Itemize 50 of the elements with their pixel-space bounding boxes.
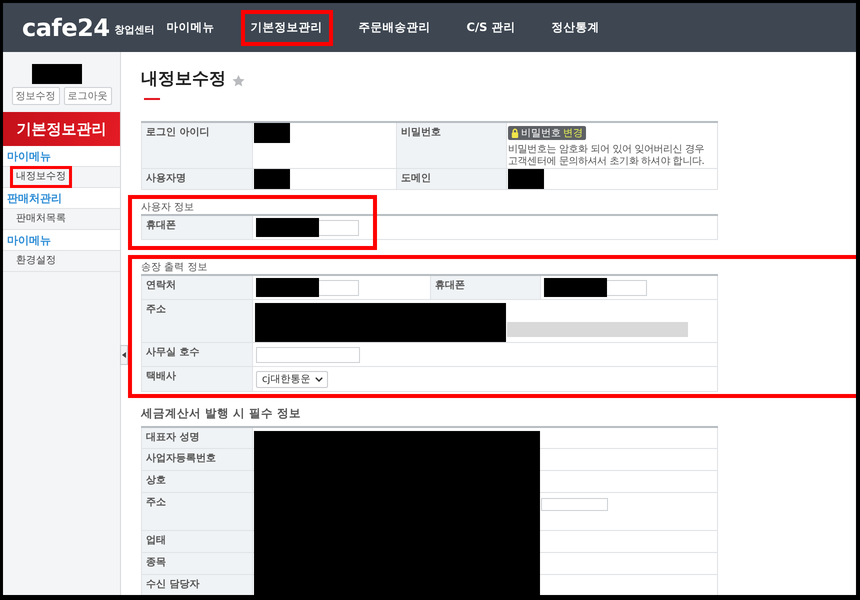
- chevron-down-icon: [315, 376, 324, 382]
- section-heading: 세금계산서 발행 시 필수 정보: [141, 406, 302, 420]
- label-cell: 대표자 성명: [142, 426, 252, 448]
- menu-group-title[interactable]: 마이메뉴: [3, 230, 120, 250]
- input-field[interactable]: [319, 220, 359, 236]
- logo[interactable]: cafe24: [22, 16, 110, 40]
- nav-item[interactable]: C/S 관리: [456, 10, 526, 46]
- label-cell: 도메인: [396, 168, 506, 190]
- title-accent-bar: [144, 98, 160, 100]
- nav-item[interactable]: 주문배송관리: [348, 10, 441, 46]
- sidebar-link[interactable]: 내정보수정: [10, 166, 72, 188]
- password-change-button[interactable]: 비밀번호 변경: [508, 126, 586, 140]
- star-icon[interactable]: [232, 74, 245, 86]
- label-cell: 사업자등록번호: [142, 448, 252, 470]
- label-cell: 업태: [142, 530, 252, 552]
- label-cell: 종목: [142, 552, 252, 574]
- label-cell: 수신 담당자: [142, 574, 252, 595]
- nav-item[interactable]: 기본정보관리: [240, 10, 333, 46]
- nav-item[interactable]: 마이메뉴: [156, 10, 225, 46]
- password-note: 비밀번호는 암호화 되어 있어 잊어버리신 경우 고객센터에 문의하셔서 초기화 하셔야 합니다.: [508, 144, 706, 168]
- logo-caption: 창업센터: [114, 24, 155, 37]
- sidebar-link[interactable]: 환경설정: [10, 250, 62, 272]
- nav-item[interactable]: 정산통계: [541, 10, 610, 46]
- label-cell: 연락처: [142, 275, 252, 300]
- label-cell: 휴대폰: [142, 215, 252, 240]
- lock-icon: [511, 128, 519, 138]
- courier-select[interactable]: cj대한통운: [256, 370, 328, 388]
- menu-group-title[interactable]: 판매처관리: [3, 188, 120, 208]
- sidebar-collapse-button[interactable]: [120, 345, 128, 365]
- input-field[interactable]: [541, 498, 608, 511]
- label-cell: 비밀번호: [396, 122, 506, 168]
- profile-action-button[interactable]: 정보수정: [12, 87, 60, 105]
- label-cell: 주소: [142, 300, 252, 342]
- label-cell: 택배사: [142, 366, 252, 391]
- label-cell: 로그인 아이디: [142, 122, 252, 168]
- label-cell: 사무실 호수: [142, 342, 252, 366]
- input-field[interactable]: [607, 280, 647, 296]
- section-caption: 송장 출력 정보: [141, 262, 208, 274]
- profile-action-button[interactable]: 로그아웃: [64, 87, 112, 105]
- label-cell: 주소: [142, 492, 252, 530]
- label-cell: 사용자명: [142, 168, 252, 190]
- label-cell: 휴대폰: [430, 275, 540, 300]
- page-title: 내정보수정: [141, 68, 226, 90]
- sidebar-link[interactable]: 판매처목록: [10, 208, 72, 230]
- menu-group-title[interactable]: 마이메뉴: [3, 146, 120, 166]
- section-caption: 사용자 정보: [141, 202, 196, 214]
- label-cell: 상호: [142, 470, 252, 492]
- sidebar-title-banner: 기본정보관리: [3, 112, 120, 146]
- input-field[interactable]: [319, 280, 359, 296]
- input-field[interactable]: [256, 346, 360, 362]
